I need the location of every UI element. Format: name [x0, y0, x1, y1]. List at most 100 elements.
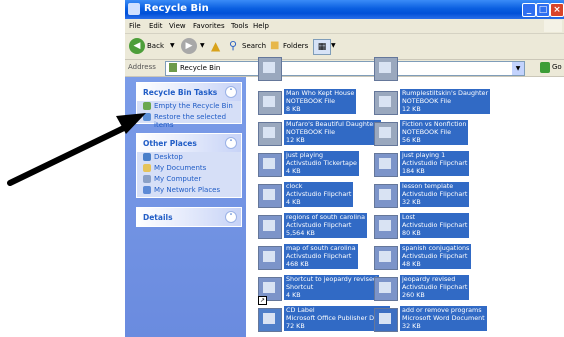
file-name: just playing 1 [402, 151, 446, 159]
tickertape-file-icon [258, 153, 282, 177]
list-item[interactable]: CD Label Microsoft Office Publisher Doc..… [258, 306, 390, 336]
panel-header[interactable]: Details ˅ [137, 208, 241, 226]
recycle-bin-small-icon [169, 63, 177, 72]
forward-arrow-icon[interactable]: ▶ [181, 38, 197, 54]
file-type: Activstudio Flipchart [402, 283, 468, 292]
recycle-bin-tasks-panel: Recycle Bin Tasks ˄ Empty the Recycle Bi… [136, 82, 242, 129]
list-item[interactable]: Mufaro's Beautiful Daughters NOTEBOOK Fil… [258, 120, 382, 150]
go-button[interactable]: Go [552, 63, 562, 71]
list-item[interactable]: just playing Activstudio Tickertape 4 KB [258, 151, 376, 181]
panel-header[interactable]: Recycle Bin Tasks ˄ [137, 83, 241, 101]
details-panel: Details ˅ [136, 207, 242, 227]
file-type: Activstudio Flipchart [402, 159, 468, 168]
computer-icon [143, 175, 151, 183]
collapse-icon[interactable]: ˄ [225, 137, 237, 149]
recycle-bin-icon [128, 3, 140, 15]
list-item[interactable]: Man Who Kept House NOTEBOOK File 8 KB [258, 89, 376, 119]
notebook-file-icon [258, 122, 282, 146]
file-size: 32 KB [402, 322, 421, 331]
minimize-button[interactable]: _ [522, 3, 536, 17]
file-name: CD Label [286, 306, 315, 314]
list-item[interactable]: just playing 1 Activstudio Flipchart 184 K… [374, 151, 492, 181]
empty-recycle-bin-link[interactable]: Empty the Recycle Bin [137, 101, 241, 112]
flipchart-file-icon [258, 246, 282, 270]
folders-button[interactable]: Folders [283, 39, 308, 53]
window-title: Recycle Bin [144, 3, 209, 14]
file-size: 4 KB [286, 291, 301, 300]
empty-bin-icon [143, 102, 151, 110]
shortcut-file-icon: ↗ [258, 277, 282, 305]
list-item[interactable]: add or remove programs Microsoft Word Doc… [374, 306, 492, 336]
address-label: Address [128, 63, 156, 71]
list-item[interactable]: ↗ Shortcut to jeopardy revised Shortcut 4 … [258, 275, 379, 305]
my-network-places-link[interactable]: My Network Places [137, 185, 241, 196]
back-arrow-icon[interactable]: ◀ [129, 38, 145, 54]
list-item[interactable]: clock Activstudio Flipchart 4 KB [258, 182, 376, 212]
panel-header[interactable]: Other Places ˄ [137, 134, 241, 152]
file-label: Mufaro's Beautiful Daughters NOTEBOOK Fil… [284, 120, 382, 145]
file-type: Activstudio Tickertape [286, 159, 357, 168]
menu-edit[interactable]: Edit [149, 22, 163, 30]
file-size: 48 KB [402, 260, 421, 269]
link-label: Empty the Recycle Bin [154, 102, 233, 110]
back-dropdown-icon[interactable]: ▼ [170, 39, 175, 53]
back-button[interactable]: Back [147, 39, 164, 53]
flipchart-file-icon [374, 153, 398, 177]
file-type: Shortcut [286, 283, 314, 292]
search-button[interactable]: Search [242, 39, 266, 53]
file-name: Shortcut to jeopardy revised [286, 275, 377, 283]
file-size: 80 KB [402, 229, 421, 238]
file-size: 72 KB [286, 322, 305, 331]
views-dropdown-icon[interactable]: ▼ [331, 39, 336, 53]
file-list: Man Who Kept House NOTEBOOK File 8 KB Rump… [246, 57, 564, 337]
file-type: Activstudio Flipchart [286, 252, 352, 261]
list-item[interactable]: Fiction vs Nonfiction NOTEBOOK File 56 KB [374, 120, 492, 150]
task-pane: Recycle Bin Tasks ˄ Empty the Recycle Bi… [125, 77, 246, 337]
file-type: NOTEBOOK File [402, 97, 451, 106]
my-computer-link[interactable]: My Computer [137, 174, 241, 185]
file-type: Activstudio Flipchart [402, 190, 468, 199]
file-label: Man Who Kept House NOTEBOOK File 8 KB [284, 89, 357, 114]
link-label: Restore the selected items [154, 113, 227, 129]
file-label: clock Activstudio Flipchart 4 KB [284, 182, 354, 207]
publisher-file-icon [258, 308, 282, 332]
menu-favorites[interactable]: Favorites [193, 22, 225, 30]
link-label: My Computer [154, 175, 202, 183]
file-type: Activstudio Flipchart [402, 221, 468, 230]
file-size: 56 KB [402, 136, 421, 145]
menu-view[interactable]: View [169, 22, 186, 30]
list-item[interactable]: regions of south carolina Activstudio Fli… [258, 213, 376, 243]
views-icon[interactable]: ▦ [313, 39, 331, 55]
notebook-file-icon [258, 91, 282, 115]
list-item[interactable]: jeopardy revised Activstudio Flipchart 260… [374, 275, 492, 305]
menu-help[interactable]: Help [253, 22, 269, 30]
maximize-button[interactable]: □ [536, 3, 550, 17]
close-button[interactable]: × [550, 3, 564, 17]
search-icon: ⚲ [229, 39, 238, 52]
list-item[interactable]: lesson template Activstudio Flipchart 32 K… [374, 182, 492, 212]
list-item[interactable]: Rumplestiltskin's Daughter NOTEBOOK File 1… [374, 89, 492, 119]
collapse-icon[interactable]: ˄ [225, 86, 237, 98]
desktop-icon [143, 153, 151, 161]
list-item[interactable]: map of south carolina Activstudio Flipcha… [258, 244, 376, 274]
title-bar[interactable]: Recycle Bin _ □ × [125, 0, 564, 19]
expand-icon[interactable]: ˅ [225, 211, 237, 223]
go-arrow-icon[interactable] [540, 62, 550, 73]
address-dropdown-icon[interactable]: ▼ [512, 62, 524, 75]
list-item[interactable] [374, 55, 492, 85]
menu-tools[interactable]: Tools [231, 22, 248, 30]
list-item[interactable] [258, 55, 376, 85]
up-folder-icon[interactable]: ▲ [211, 39, 220, 53]
menu-file[interactable]: File [129, 22, 141, 30]
forward-dropdown-icon[interactable]: ▼ [200, 39, 205, 53]
restore-items-link[interactable]: Restore the selected items [137, 112, 241, 129]
word-file-icon [374, 308, 398, 332]
file-type: Microsoft Word Document [402, 314, 485, 323]
my-documents-link[interactable]: My Documents [137, 163, 241, 174]
panel-title: Details [143, 213, 173, 222]
file-label: jeopardy revised Activstudio Flipchart 260… [400, 275, 470, 300]
list-item[interactable]: spanish conjugations Activstudio Flipchar… [374, 244, 492, 274]
desktop-link[interactable]: Desktop [137, 152, 241, 163]
list-item[interactable]: Lost Activstudio Flipchart 80 KB [374, 213, 492, 243]
file-size: 4 KB [286, 167, 301, 176]
